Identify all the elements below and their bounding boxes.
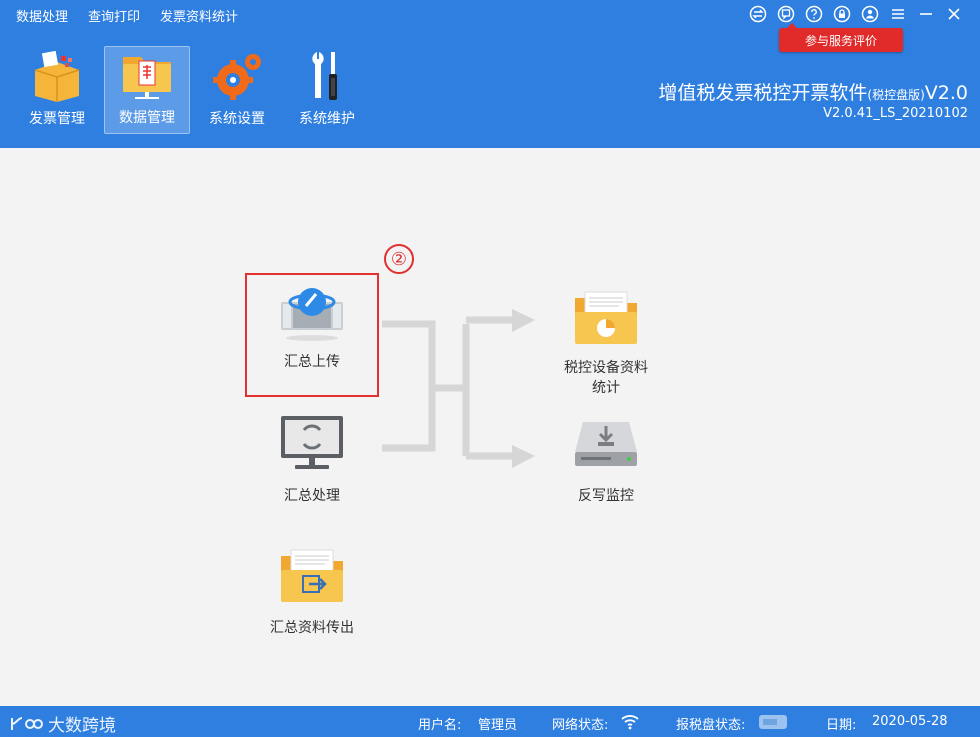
box-icon — [34, 50, 80, 102]
watermark-logo: 大数跨境 — [10, 711, 116, 736]
app-title: 增值税发票税控开票软件(税控盘版)V2.0 — [658, 82, 968, 104]
ie-upload-icon — [281, 288, 343, 341]
step-marker: ② — [384, 244, 414, 274]
switch-icon[interactable] — [748, 4, 768, 24]
user-icon[interactable] — [860, 4, 880, 24]
status-bar: 大数跨境 用户名: 管理员 网络状态: 报税盘状态: 日期: 2020-05-2… — [0, 706, 980, 737]
user-label: 用户名: — [418, 718, 462, 733]
summary-process-item[interactable]: 汇总处理 — [262, 414, 362, 506]
summary-export-item[interactable]: 汇总资料传出 — [252, 546, 372, 638]
folder-chart-icon — [575, 291, 637, 344]
network-label: 网络状态: — [552, 718, 609, 733]
menu-icon[interactable] — [888, 4, 908, 24]
summary-upload-item[interactable]: 汇总上传 — [262, 280, 362, 372]
wifi-icon — [621, 715, 639, 730]
toolbar-label: 发票管理 — [29, 111, 85, 127]
tax-disk-icon — [759, 715, 787, 729]
item-label: 税控设备资料 — [564, 360, 648, 376]
item-label: 统计 — [592, 380, 620, 396]
gears-icon — [213, 54, 261, 100]
tax-disk-label: 报税盘状态: — [676, 718, 746, 733]
feedback-icon[interactable] — [776, 4, 796, 24]
user-value: 管理员 — [478, 718, 518, 733]
folder-export-icon — [281, 549, 343, 602]
lock-icon[interactable] — [832, 4, 852, 24]
menu-invoice-stats[interactable]: 发票资料统计 — [160, 6, 238, 25]
window-controls — [748, 4, 964, 24]
service-evaluation-button[interactable]: 参与服务评价 — [779, 23, 903, 52]
item-label: 汇总处理 — [284, 488, 340, 504]
disk-drive-icon — [575, 422, 637, 466]
toolbar-system-settings[interactable]: 系统设置 — [194, 46, 280, 134]
tools-icon — [312, 52, 337, 100]
item-label: 汇总上传 — [284, 354, 340, 370]
logo-icon — [11, 716, 44, 730]
top-menu: 数据处理 查询打印 发票资料统计 — [16, 6, 238, 25]
minimize-icon[interactable] — [916, 4, 936, 24]
toolbar-label: 系统维护 — [299, 111, 355, 127]
menu-data-processing[interactable]: 数据处理 — [16, 6, 68, 25]
menu-query-print[interactable]: 查询打印 — [88, 6, 140, 25]
device-stats-item[interactable]: 税控设备资料 统计 — [546, 290, 666, 398]
data-management-panel: ② 汇总上传 汇总处理 汇总资料传出 税控设备资料 统计 反写监控 — [0, 148, 980, 706]
writeback-monitor-item[interactable]: 反写监控 — [556, 414, 656, 506]
item-label: 反写监控 — [578, 488, 634, 504]
toolbar-system-maintenance[interactable]: 系统维护 — [284, 46, 370, 134]
toolbar-label: 数据管理 — [119, 110, 175, 126]
toolbar-invoice-management[interactable]: 发票管理 — [14, 46, 100, 134]
toolbar-data-management[interactable]: 数据管理 — [104, 46, 190, 134]
item-label: 汇总资料传出 — [270, 620, 354, 636]
main-toolbar: 发票管理 数据管理 系统设置 系统维护 — [14, 46, 370, 134]
toolbar-label: 系统设置 — [209, 111, 265, 127]
app-version: V2.0.41_LS_20210102 — [823, 106, 968, 121]
date-label: 日期: — [826, 718, 857, 733]
monitor-refresh-icon — [281, 416, 343, 469]
help-icon[interactable] — [804, 4, 824, 24]
flow-connectors — [382, 309, 535, 468]
folder-icon — [123, 57, 171, 99]
date-value: 2020-05-28 — [872, 714, 948, 729]
app-header: 数据处理 查询打印 发票资料统计 参与服务评价 发票管理 数据管理 系统设置 系… — [0, 0, 980, 148]
close-icon[interactable] — [944, 4, 964, 24]
